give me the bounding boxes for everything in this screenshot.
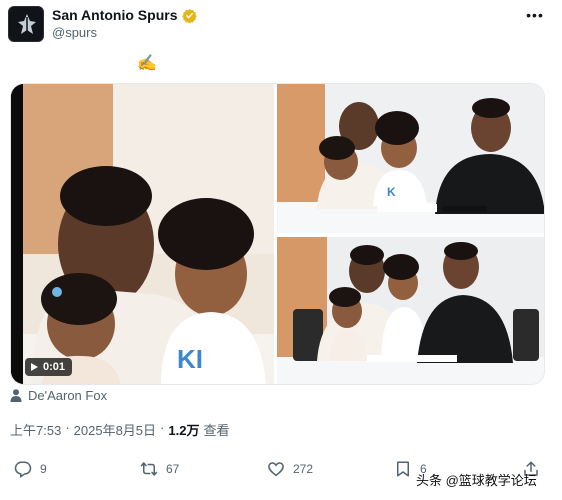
spurs-logo-icon bbox=[18, 14, 36, 34]
display-name[interactable]: San Antonio Spurs bbox=[52, 7, 177, 23]
signing-photo-1: K bbox=[277, 84, 544, 233]
meta-separator: · bbox=[65, 420, 70, 435]
tagged-user-name: De'Aaron Fox bbox=[28, 388, 108, 403]
more-options-button[interactable]: ••• bbox=[522, 8, 548, 26]
signing-photo-2 bbox=[277, 237, 544, 384]
tagged-user[interactable]: De'Aaron Fox bbox=[10, 388, 107, 403]
reply-icon bbox=[14, 461, 32, 478]
retweet-button[interactable]: 67 bbox=[140, 460, 179, 478]
video-thumbnail[interactable]: KI 0:01 bbox=[11, 84, 274, 384]
bookmark-icon bbox=[397, 461, 409, 477]
views-count: 1.2万 bbox=[168, 423, 200, 438]
reply-button[interactable]: 9 bbox=[14, 460, 47, 478]
handle[interactable]: @spurs bbox=[52, 25, 97, 40]
video-photo: KI bbox=[11, 84, 274, 384]
reply-count: 9 bbox=[40, 462, 47, 476]
tweet-meta: 上午7:53 · 2025年8月5日 · 1.2万 查看 bbox=[10, 420, 229, 439]
like-button[interactable]: 272 bbox=[267, 460, 313, 478]
tweet-header: San Antonio Spurs @spurs ••• bbox=[8, 6, 554, 42]
heart-icon bbox=[268, 462, 284, 477]
like-count: 272 bbox=[293, 462, 314, 476]
avatar[interactable] bbox=[8, 6, 44, 42]
video-duration-badge: 0:01 bbox=[25, 358, 73, 376]
retweet-icon bbox=[140, 462, 158, 476]
retweet-count: 67 bbox=[166, 462, 180, 476]
svg-text:K: K bbox=[387, 185, 396, 199]
photo-bottom-right[interactable] bbox=[277, 237, 544, 384]
photo-top-right[interactable]: K bbox=[277, 84, 544, 233]
video-duration: 0:01 bbox=[43, 361, 66, 373]
person-icon bbox=[10, 389, 22, 402]
play-icon bbox=[31, 363, 38, 371]
media-grid: KI 0:01 K bbox=[10, 83, 545, 385]
tweet-date[interactable]: 2025年8月5日 bbox=[74, 420, 156, 439]
meta-separator: · bbox=[160, 420, 165, 435]
verified-badge-icon bbox=[182, 8, 198, 23]
watermark: 头条 @篮球教学论坛 bbox=[416, 473, 537, 488]
tweet-time[interactable]: 上午7:53 bbox=[10, 420, 61, 439]
name-row: San Antonio Spurs bbox=[52, 7, 198, 23]
svg-text:KI: KI bbox=[177, 344, 203, 374]
tweet-text: ✍️ bbox=[137, 55, 157, 72]
views-label: 查看 bbox=[203, 423, 230, 438]
